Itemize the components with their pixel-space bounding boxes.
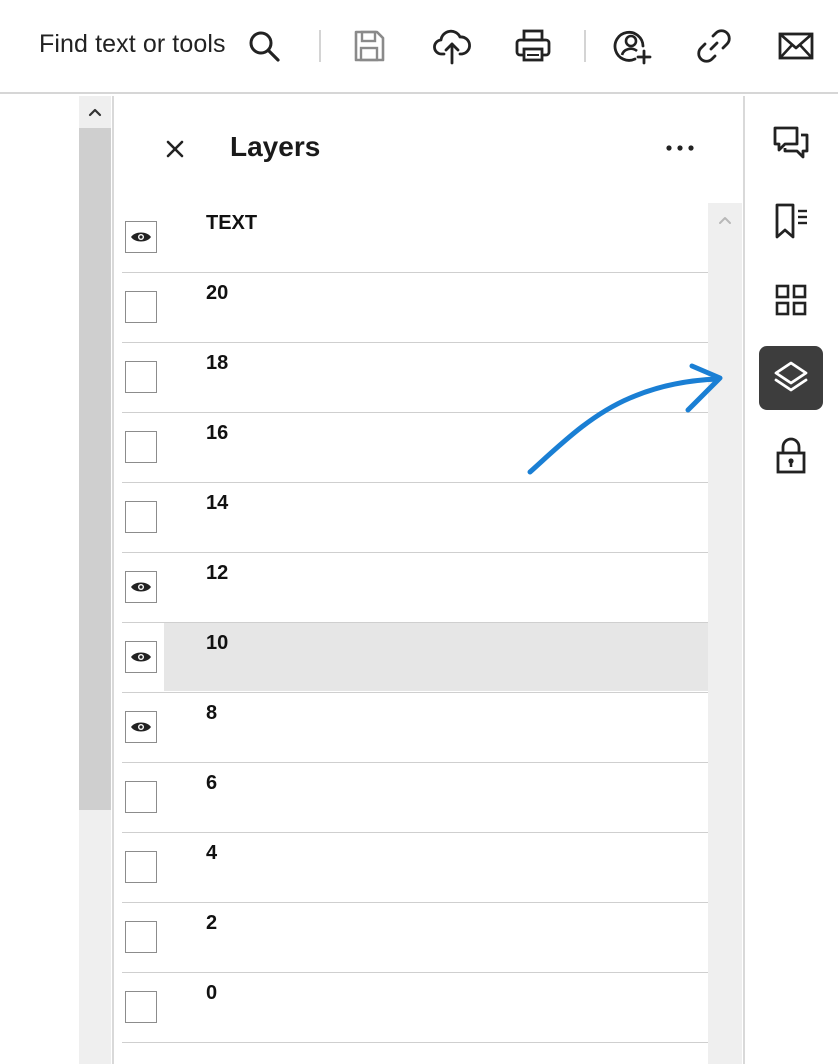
selected-row-highlight: [164, 623, 708, 691]
cloud-upload-icon: [433, 29, 471, 65]
thumbnails-icon: [775, 284, 807, 316]
close-icon: [166, 140, 184, 158]
document-scroll-up-button[interactable]: [79, 98, 111, 126]
layer-row[interactable]: 12: [122, 553, 708, 623]
email-icon: [778, 32, 814, 60]
panel-title: Layers: [230, 131, 321, 162]
eye-icon: [131, 232, 151, 242]
eye-icon: [131, 652, 151, 662]
find-text-label[interactable]: Find text or tools: [39, 30, 226, 59]
layer-label: 0: [206, 982, 218, 1004]
layer-visibility-toggle[interactable]: [125, 571, 157, 603]
add-user-icon: [613, 30, 652, 65]
layer-visibility-toggle[interactable]: [125, 851, 157, 883]
layer-visibility-toggle[interactable]: [125, 501, 157, 533]
layer-visibility-toggle[interactable]: [125, 711, 157, 743]
layer-visibility-toggle[interactable]: [125, 781, 157, 813]
layer-row[interactable]: 4: [122, 833, 708, 903]
comments-icon: [773, 126, 809, 159]
layer-label: 6: [206, 772, 218, 794]
bookmarks-button[interactable]: [759, 189, 823, 253]
top-toolbar: Find text or tools: [0, 0, 838, 94]
layer-label: 4: [206, 842, 218, 864]
search-button[interactable]: [240, 22, 288, 70]
layers-panel-header: [114, 96, 744, 200]
layer-label: 12: [206, 562, 229, 584]
layer-visibility-toggle[interactable]: [125, 921, 157, 953]
layer-row[interactable]: 2: [122, 903, 708, 973]
layer-row[interactable]: 18: [122, 343, 708, 413]
toolbar-separator: [584, 30, 586, 62]
upload-button[interactable]: [428, 22, 476, 70]
layer-label: TEXT: [206, 212, 258, 234]
more-options-icon: [666, 145, 694, 151]
layer-visibility-toggle[interactable]: [125, 221, 157, 253]
layer-label: 16: [206, 422, 229, 444]
bookmarks-icon: [775, 203, 807, 239]
layer-label: 14: [206, 492, 229, 514]
layer-row[interactable]: 8: [122, 693, 708, 763]
email-button[interactable]: [772, 22, 820, 70]
layer-label: 20: [206, 282, 229, 304]
layer-label: 2: [206, 912, 218, 934]
thumbnails-button[interactable]: [759, 268, 823, 332]
layer-label: 8: [206, 702, 218, 724]
save-icon: [354, 30, 385, 62]
layer-visibility-toggle[interactable]: [125, 431, 157, 463]
protect-button[interactable]: [759, 424, 823, 488]
layer-row[interactable]: 20: [122, 273, 708, 343]
layer-row[interactable]: 14: [122, 483, 708, 553]
layer-row[interactable]: 6: [122, 763, 708, 833]
layer-row[interactable]: 0: [122, 973, 708, 1043]
layer-list-scrollbar-track[interactable]: [708, 203, 742, 1064]
chevron-up-icon: [719, 217, 731, 224]
panel-divider: [112, 96, 114, 1064]
layers-button[interactable]: [759, 346, 823, 410]
link-icon: [697, 29, 731, 63]
layers-icon: [774, 361, 808, 392]
search-icon: [249, 31, 280, 62]
print-icon: [515, 29, 551, 62]
layer-visibility-toggle[interactable]: [125, 641, 157, 673]
layer-row[interactable]: 10: [122, 623, 708, 693]
toolbar-separator: [319, 30, 321, 62]
layer-list-scroll-up-button[interactable]: [708, 206, 742, 234]
layer-row[interactable]: 16: [122, 413, 708, 483]
layer-label: 10: [206, 632, 229, 654]
close-panel-button[interactable]: [160, 134, 190, 164]
save-button[interactable]: [345, 22, 393, 70]
layer-label: 18: [206, 352, 229, 374]
link-button[interactable]: [690, 22, 738, 70]
chevron-up-icon: [88, 108, 102, 117]
layer-visibility-toggle[interactable]: [125, 361, 157, 393]
layer-list: TEXT 20 18 16 14 12 10 8 6 4 2 0: [122, 203, 708, 1064]
share-user-button[interactable]: [609, 22, 657, 70]
comments-button[interactable]: [759, 111, 823, 175]
lock-icon: [776, 437, 806, 474]
layer-visibility-toggle[interactable]: [125, 291, 157, 323]
more-options-button[interactable]: [660, 132, 700, 164]
layer-row[interactable]: TEXT: [122, 203, 708, 273]
print-button[interactable]: [509, 22, 557, 70]
eye-icon: [131, 722, 151, 732]
document-scrollbar-thumb[interactable]: [79, 128, 111, 810]
layer-visibility-toggle[interactable]: [125, 991, 157, 1023]
eye-icon: [131, 582, 151, 592]
